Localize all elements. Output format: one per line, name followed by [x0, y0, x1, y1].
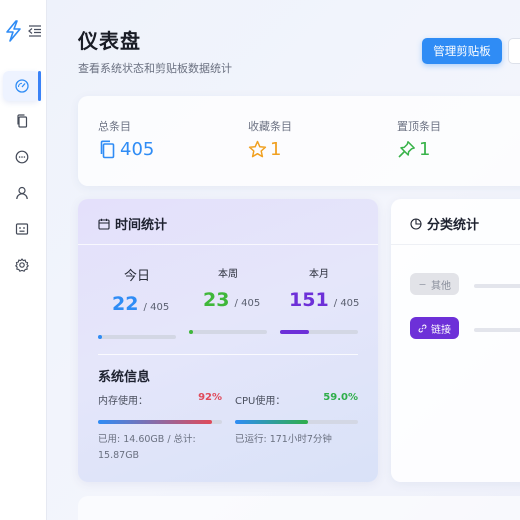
cpu-usage-fill — [235, 420, 308, 424]
cpu-percent: 59.0% — [323, 392, 358, 403]
memory-note: 已用: 14.60GB / 总计: 15.87GB — [98, 434, 196, 461]
calendar-icon — [98, 218, 110, 230]
manage-clipboard-button[interactable]: 管理剪贴板 — [422, 38, 502, 64]
week-value: 23 — [203, 289, 230, 311]
bottom-panel — [78, 496, 520, 520]
stat-favorites-value: 1 — [270, 139, 282, 160]
stat-total-value: 405 — [120, 139, 155, 160]
category-stats-title: 分类统计 — [427, 218, 480, 233]
overview-stats-card: 总条目 405 收藏条目 1 置顶条目 1 — [78, 96, 520, 186]
page-subtitle: 查看系统状态和剪贴板数据统计 — [78, 62, 232, 75]
nav-chat[interactable] — [3, 142, 40, 172]
memory-percent: 92% — [198, 392, 222, 403]
robot-icon — [15, 223, 28, 235]
pie-chart-icon — [410, 217, 422, 230]
category-other-label: 其他 — [431, 280, 451, 292]
time-stats-title: 时间统计 — [115, 218, 168, 233]
cpu-note: 已运行: 171小时7分钟 — [235, 434, 332, 445]
memory-usage-bar — [98, 420, 222, 424]
week-count: 23 / 405 — [203, 289, 260, 311]
page-title: 仪表盘 — [78, 29, 141, 53]
memory-label: 内存使用： — [98, 396, 148, 407]
more-icon — [419, 283, 426, 285]
dashboard-gauge-icon — [14, 79, 29, 93]
week-label: 本周 — [218, 269, 238, 280]
memory-usage-fill — [98, 420, 213, 424]
month-value: 151 — [289, 289, 329, 311]
category-link-bar — [474, 328, 520, 332]
section-divider — [98, 354, 358, 355]
category-chip-link[interactable]: 链接 — [410, 317, 459, 339]
system-info-title: 系统信息 — [98, 370, 151, 385]
week-progress-fill — [189, 330, 194, 334]
today-count: 22 / 405 — [112, 293, 169, 315]
link-icon — [418, 324, 427, 332]
category-other-bar — [474, 284, 520, 288]
nav-robot[interactable] — [3, 214, 40, 244]
stat-pinned-value: 1 — [419, 139, 431, 160]
month-label: 本月 — [309, 269, 329, 280]
week-total: / 405 — [234, 298, 261, 309]
category-link-label: 链接 — [431, 324, 451, 336]
menu-collapse-icon[interactable] — [28, 25, 42, 37]
pin-icon — [398, 141, 415, 158]
stat-total-label: 总条目 — [98, 120, 131, 133]
month-total: / 405 — [333, 298, 360, 309]
month-progress-fill — [280, 330, 310, 334]
week-progress-bar — [189, 330, 267, 334]
today-progress-bar — [98, 335, 176, 339]
cpu-usage-bar — [235, 420, 358, 424]
category-stats-card: 分类统计 其他 链接 — [391, 199, 520, 482]
chat-icon — [15, 150, 28, 164]
sidebar — [0, 0, 47, 520]
nav-user[interactable] — [3, 178, 40, 208]
cpu-label: CPU使用： — [235, 396, 286, 407]
month-count: 151 / 405 — [289, 289, 359, 311]
star-icon — [248, 140, 267, 158]
user-icon — [15, 186, 28, 200]
copy-icon — [100, 140, 115, 159]
secondary-header-button[interactable] — [508, 38, 520, 64]
gear-icon — [14, 258, 29, 272]
stat-favorites-label: 收藏条目 — [248, 120, 292, 133]
lightning-logo-icon — [6, 20, 21, 42]
today-label: 今日 — [123, 269, 150, 284]
nav-dashboard[interactable] — [3, 71, 41, 101]
month-progress-bar — [280, 330, 358, 334]
today-total: / 405 — [143, 302, 170, 313]
nav-settings[interactable] — [3, 250, 40, 280]
stat-pinned-label: 置顶条目 — [397, 120, 441, 133]
category-chip-other[interactable]: 其他 — [410, 273, 459, 295]
copy-icon — [16, 114, 27, 128]
today-value: 22 — [112, 293, 139, 315]
today-progress-fill — [98, 335, 103, 339]
nav-clipboard[interactable] — [3, 106, 40, 136]
